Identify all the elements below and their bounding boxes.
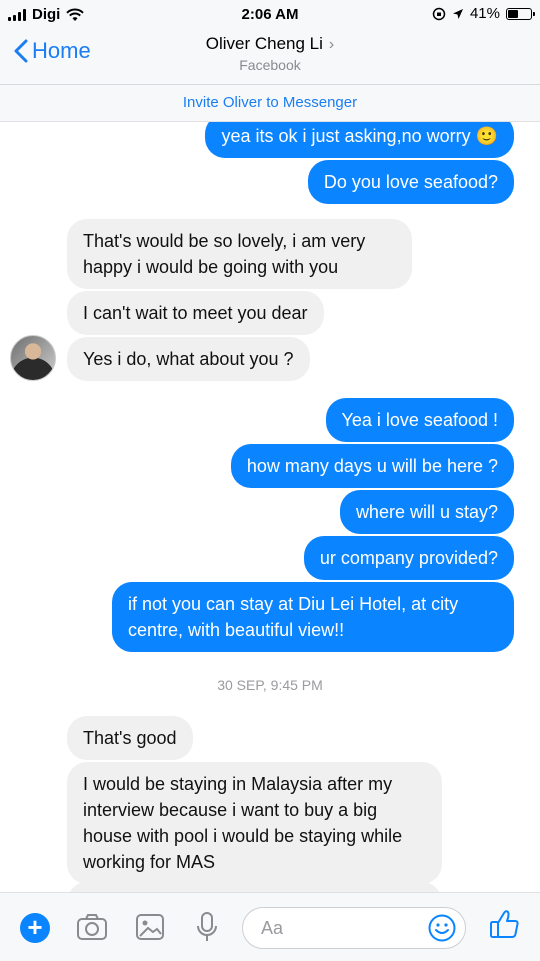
invite-banner[interactable]: Invite Oliver to Messenger <box>0 85 540 122</box>
message-bubble-outgoing[interactable]: how many days u will be here ? <box>230 444 514 488</box>
message-bubble-incoming[interactable]: That's would be so lovely, i am very hap… <box>67 219 412 289</box>
message-list[interactable]: yea its ok i just asking,no worry 🙂 Do y… <box>0 122 540 892</box>
thumbs-up-icon[interactable] <box>488 907 522 941</box>
chevron-right-icon: › <box>328 36 335 53</box>
status-bar: Digi 2:06 AM 41% <box>0 0 540 30</box>
message-bubble-incoming[interactable]: That's good <box>67 716 193 760</box>
message-bubble-incoming[interactable]: I would be staying in Malaysia after my … <box>67 762 442 884</box>
message-bubble-incoming[interactable]: I can't wait to meet you dear <box>67 291 324 335</box>
message-bubble-incoming[interactable] <box>67 882 442 892</box>
contact-subtitle: Facebook <box>239 57 301 73</box>
composer-bar: + Aa <box>0 892 540 961</box>
message-bubble-outgoing[interactable]: Do you love seafood? <box>307 160 514 204</box>
message-bubble-outgoing[interactable]: if not you can stay at Diu Lei Hotel, at… <box>112 582 514 652</box>
image-icon[interactable] <box>133 910 167 944</box>
plus-circle-icon[interactable]: + <box>20 913 50 943</box>
battery-icon <box>506 7 535 20</box>
message-input-placeholder: Aa <box>261 918 284 938</box>
contact-name: Oliver Cheng Li <box>205 34 323 53</box>
orientation-lock-icon <box>432 7 446 20</box>
battery-percent: 41% <box>469 5 500 22</box>
camera-icon[interactable] <box>75 910 109 944</box>
message-bubble-outgoing[interactable]: where will u stay? <box>339 490 514 534</box>
smiley-icon[interactable] <box>427 913 457 943</box>
contact-title[interactable]: Oliver Cheng Li › Facebook <box>0 34 540 73</box>
message-input[interactable]: Aa <box>242 907 466 949</box>
timestamp-divider: 30 SEP, 9:45 PM <box>217 677 323 693</box>
conversation-header: Home Oliver Cheng Li › Facebook <box>0 30 540 85</box>
message-bubble-outgoing[interactable]: yea its ok i just asking,no worry 🙂 <box>205 122 514 158</box>
location-icon <box>452 8 463 19</box>
contact-avatar[interactable] <box>10 335 56 381</box>
message-bubble-incoming[interactable]: Yes i do, what about you ? <box>67 337 310 381</box>
microphone-icon[interactable] <box>190 910 224 944</box>
message-bubble-outgoing[interactable]: Yea i love seafood ! <box>325 398 514 442</box>
status-right: 41% <box>432 5 535 22</box>
message-bubble-outgoing[interactable]: ur company provided? <box>303 536 514 580</box>
